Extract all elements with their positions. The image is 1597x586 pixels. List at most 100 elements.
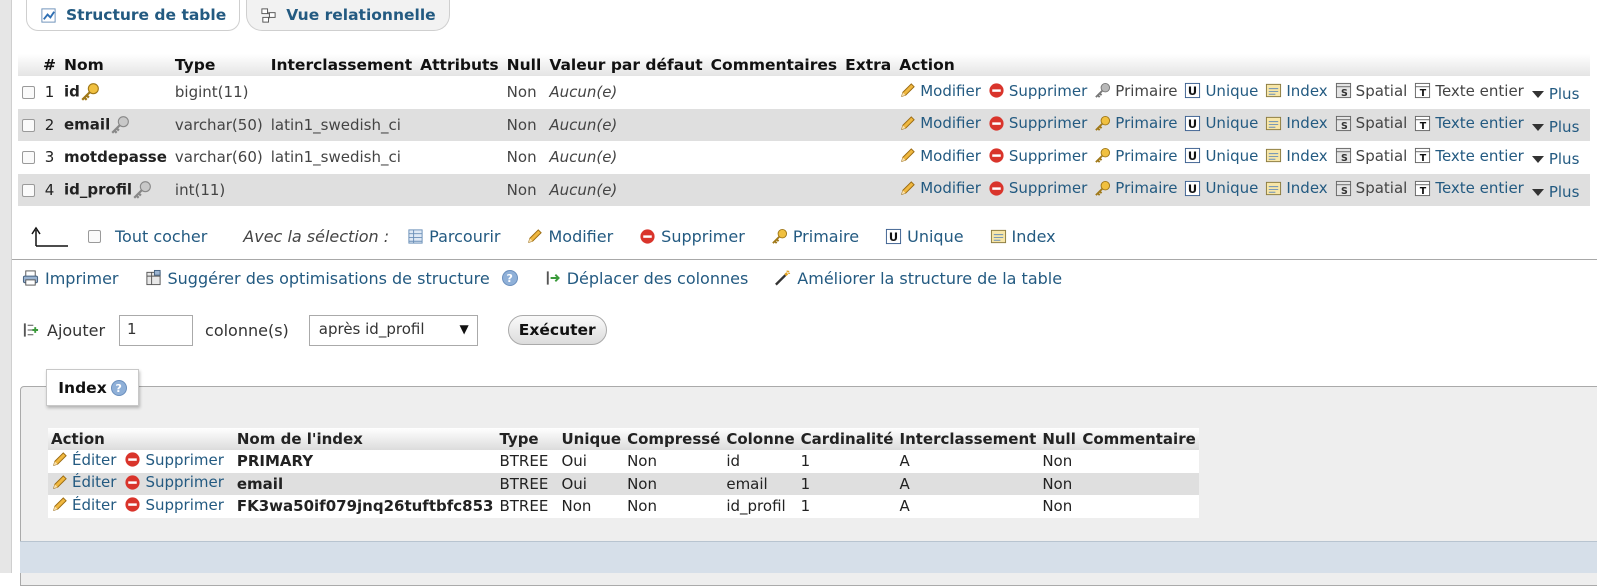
edit-index-action[interactable]: Éditer	[51, 451, 116, 469]
delete-action[interactable]: Supprimer	[988, 179, 1087, 197]
row-checkbox[interactable]	[22, 86, 35, 100]
header-comments[interactable]: Commentaires	[706, 54, 842, 76]
primary-action[interactable]: Primaire	[1094, 147, 1177, 165]
index-cardinality: 1	[797, 450, 897, 473]
column-count-input[interactable]: 1	[119, 314, 194, 346]
index-label: Index	[1286, 179, 1328, 197]
header-default[interactable]: Valeur par défaut	[545, 54, 707, 76]
primary-action[interactable]: Primaire	[1094, 114, 1177, 132]
field-null: Non	[502, 76, 546, 109]
index-column: email	[723, 472, 798, 495]
more-action[interactable]: Plus	[1531, 118, 1579, 136]
fulltext-action[interactable]: T Texte entier	[1414, 147, 1524, 165]
modify-action[interactable]: Modifier	[899, 179, 981, 197]
pencil-icon	[901, 180, 915, 195]
delete-index-action[interactable]: Supprimer	[124, 473, 224, 491]
header-num[interactable]: #	[39, 54, 60, 76]
print-link[interactable]: Imprimer	[22, 268, 119, 288]
index-row: Éditer Supprimer PRIMARY BTREE Oui Non id 1 A Non	[48, 450, 1199, 473]
chevron-down-icon	[1531, 188, 1544, 196]
selection-index[interactable]: Index	[990, 227, 1056, 246]
header-collation[interactable]: Interclassement	[266, 54, 417, 76]
more-action[interactable]: Plus	[1531, 85, 1579, 103]
index-null: Non	[1039, 495, 1080, 518]
check-all-link[interactable]: Tout cocher	[115, 227, 207, 246]
selection-modify[interactable]: Modifier	[526, 227, 613, 246]
fulltext-action[interactable]: T Texte entier	[1414, 114, 1524, 132]
tab-structure[interactable]: Structure de table	[26, 0, 241, 31]
pencil-icon	[53, 497, 67, 511]
unique-action[interactable]: U Unique	[1184, 114, 1258, 132]
field-attributes	[416, 76, 503, 109]
primary-action[interactable]: Primaire	[1094, 179, 1177, 197]
table-row: 1 id bigint(11) Non Aucun(e) Modifier Supprime…	[18, 76, 1591, 109]
header-name[interactable]: Nom	[60, 54, 171, 76]
more-action[interactable]: Plus	[1531, 183, 1579, 201]
index-comment	[1079, 472, 1199, 495]
more-action[interactable]: Plus	[1531, 150, 1579, 168]
header-extra[interactable]: Extra	[841, 54, 896, 76]
spatial-label: Spatial	[1355, 146, 1408, 165]
unique-action[interactable]: U Unique	[1184, 179, 1258, 197]
move-columns-link[interactable]: Déplacer des colonnes	[544, 268, 748, 288]
spatial-action: S Spatial	[1335, 146, 1408, 165]
index-action[interactable]: Index	[1265, 114, 1328, 132]
svg-text:T: T	[1420, 121, 1427, 132]
delete-label: Supprimer	[1008, 179, 1088, 197]
delete-action[interactable]: Supprimer	[988, 82, 1087, 100]
delete-index-action[interactable]: Supprimer	[124, 451, 224, 469]
unique-action[interactable]: U Unique	[1184, 82, 1258, 100]
delete-action[interactable]: Supprimer	[988, 114, 1087, 132]
delete-action[interactable]: Supprimer	[988, 147, 1087, 165]
delete-index-action[interactable]: Supprimer	[124, 495, 224, 514]
execute-button[interactable]: Exécuter	[507, 315, 607, 345]
selection-delete[interactable]: Supprimer	[639, 227, 745, 246]
delete-label: Supprimer	[1008, 114, 1088, 132]
delete-label: Supprimer	[1008, 146, 1088, 165]
header-attributes[interactable]: Attributs	[416, 54, 503, 76]
field-attributes	[416, 108, 503, 141]
row-number: 3	[39, 141, 60, 174]
column-position-select[interactable]: après id_profil ▼	[308, 314, 478, 346]
header-null[interactable]: Null	[502, 54, 546, 76]
modify-action[interactable]: Modifier	[899, 147, 981, 165]
selection-unique[interactable]: U Unique	[885, 227, 964, 246]
field-type: varchar(50)	[170, 108, 267, 141]
fulltext-action[interactable]: T Texte entier	[1414, 179, 1524, 197]
row-checkbox[interactable]	[22, 183, 35, 197]
structure-table: # Nom Type Interclassement Attributs Nul…	[18, 54, 1591, 206]
arrow-up-left-icon	[31, 226, 68, 247]
index-action[interactable]: Index	[1265, 179, 1328, 197]
fulltext-label: Texte entier	[1435, 114, 1524, 132]
unique-action[interactable]: U Unique	[1184, 147, 1258, 165]
help-icon[interactable]: ?	[110, 379, 127, 396]
index-null: Non	[1039, 472, 1080, 495]
modify-action[interactable]: Modifier	[899, 114, 981, 132]
index-header-column: Colonne	[723, 428, 798, 450]
tab-relation-view[interactable]: Vue relationnelle	[246, 0, 450, 31]
index-action[interactable]: Index	[1265, 82, 1328, 100]
selection-browse[interactable]: Parcourir	[407, 227, 500, 246]
header-type[interactable]: Type	[170, 54, 267, 76]
svg-text:U: U	[1188, 182, 1197, 196]
index-type: BTREE	[496, 472, 559, 495]
help-icon[interactable]: ?	[501, 270, 518, 286]
index-action[interactable]: Index	[1265, 147, 1328, 165]
pencil-icon	[528, 228, 543, 243]
suggest-optimizations-link[interactable]: Suggérer des optimisations de structure …	[145, 268, 518, 288]
row-checkbox[interactable]	[22, 151, 35, 165]
field-attributes	[416, 141, 503, 174]
pencil-icon	[53, 474, 67, 489]
index-unique: Oui	[558, 450, 625, 473]
delete-label: Supprimer	[145, 495, 224, 514]
edit-index-action[interactable]: Éditer	[51, 496, 116, 514]
selection-bar: Tout cocher Avec la sélection : Parcouri…	[30, 223, 1082, 249]
fulltext-label: Texte entier	[1435, 146, 1524, 165]
selection-primary[interactable]: Primaire	[771, 227, 859, 246]
edit-index-action[interactable]: Éditer	[51, 473, 116, 491]
improve-structure-link[interactable]: Améliorer la structure de la table	[774, 268, 1062, 288]
check-all-checkbox[interactable]	[88, 229, 101, 243]
modify-action[interactable]: Modifier	[899, 82, 981, 100]
index-collation: A	[896, 472, 1040, 495]
row-checkbox[interactable]	[22, 118, 35, 132]
